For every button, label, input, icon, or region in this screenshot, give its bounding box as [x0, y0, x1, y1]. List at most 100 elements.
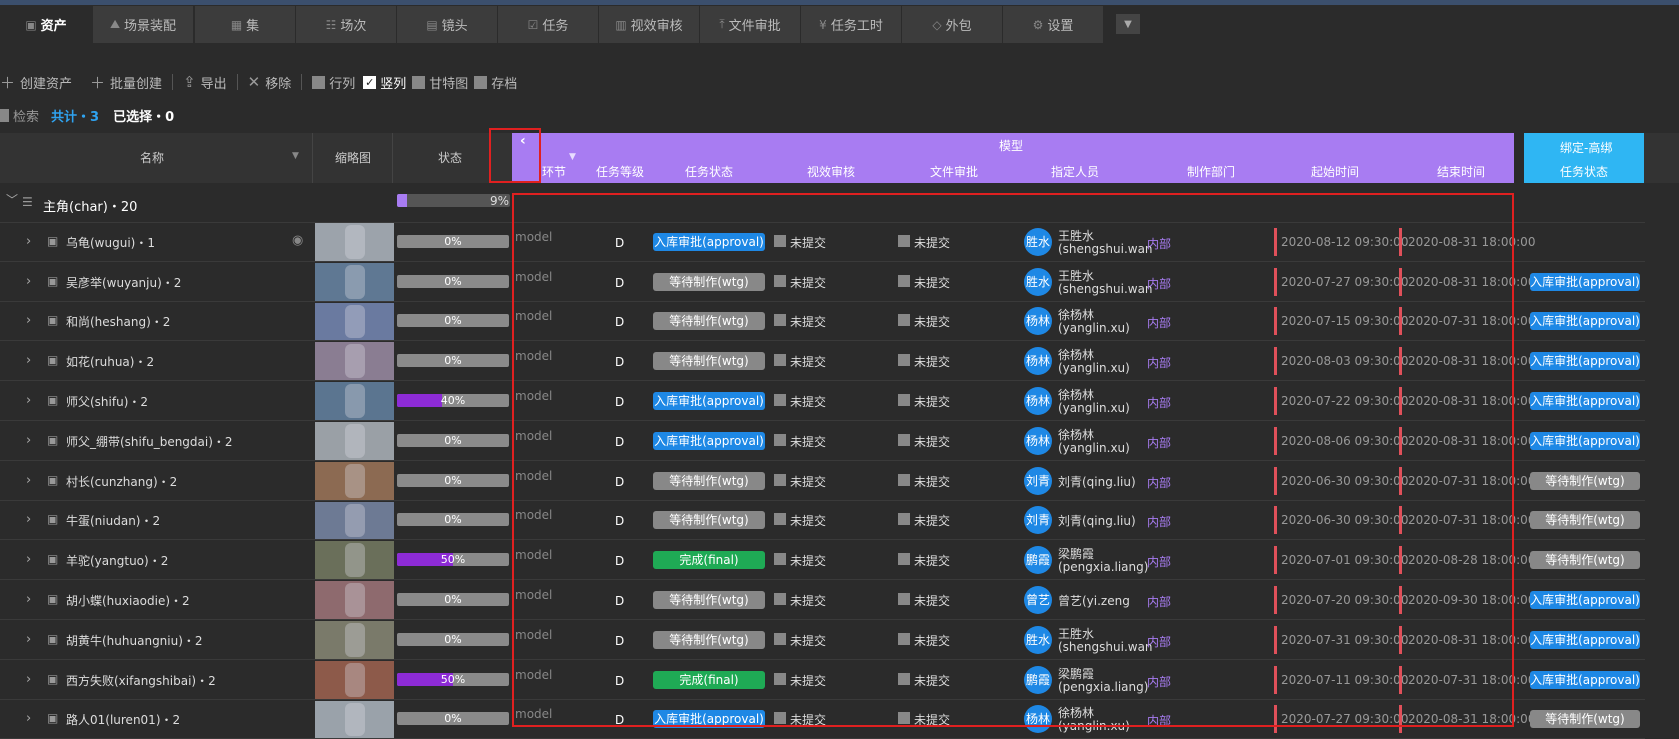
bind-status-badge[interactable]: 入库审批(approval)	[1530, 670, 1640, 689]
asset-name[interactable]: 师父(shifu)・2	[66, 393, 148, 410]
asset-name[interactable]: 村长(cunzhang)・2	[66, 473, 177, 490]
thumbnail[interactable]	[315, 700, 394, 739]
bind-status-badge[interactable]: 入库审批(approval)	[1530, 312, 1640, 331]
sort-caret-icon[interactable]: ▼	[569, 152, 576, 162]
tab-2[interactable]: ▦ 集	[195, 6, 295, 43]
asset-name[interactable]: 西方失败(xifangshibai)・2	[66, 672, 216, 689]
thumbnail[interactable]	[315, 342, 394, 381]
bind-status-badge[interactable]: 等待制作(wtg)	[1530, 710, 1640, 729]
expand-chevron-right-icon[interactable]: ›	[26, 672, 31, 687]
tab-label: 任务	[542, 19, 569, 34]
group-label[interactable]: 主角(char)・20	[43, 196, 137, 215]
tab-7[interactable]: ⤒ 文件审批	[700, 6, 800, 43]
tab-6[interactable]: ▥ 视效审核	[599, 6, 699, 43]
tab-4[interactable]: ▤ 镜头	[397, 6, 497, 43]
progress-bar: 0%	[397, 593, 509, 607]
tab-0[interactable]: ▣ 资产	[0, 6, 92, 43]
expand-chevron-right-icon[interactable]: ›	[26, 393, 31, 408]
briefcase-icon: ▣	[47, 512, 59, 527]
asset-name[interactable]: 和尚(heshang)・2	[66, 313, 170, 330]
expand-chevron-right-icon[interactable]: ›	[26, 711, 31, 726]
tab-label: 资产	[40, 19, 67, 34]
thumbnail-figure	[345, 543, 365, 578]
thumbnail[interactable]	[315, 302, 394, 341]
view-archive-checkbox[interactable]: 存档	[474, 73, 517, 92]
remove-button[interactable]: ✕ 移除	[248, 73, 292, 92]
briefcase-icon: ▣	[47, 472, 59, 487]
bind-status-badge[interactable]: 入库审批(approval)	[1530, 591, 1640, 610]
thumbnail[interactable]	[315, 660, 394, 699]
export-button[interactable]: ⇪ 导出	[183, 73, 227, 92]
expand-chevron-right-icon[interactable]: ›	[26, 433, 31, 448]
asset-name[interactable]: 牛蛋(niudan)・2	[66, 512, 160, 529]
tab-9[interactable]: ◇ 外包	[902, 6, 1002, 43]
tab-5[interactable]: ☑ 任务	[498, 6, 598, 43]
view-column-checkbox[interactable]: ✓ 竖列	[363, 73, 406, 92]
progress-text: 0%	[444, 314, 462, 328]
expand-chevron-right-icon[interactable]: ›	[26, 274, 31, 289]
create-asset-button[interactable]: ＋创建资产	[0, 72, 72, 93]
checkbox-icon	[474, 75, 488, 89]
tab-label: 设置	[1047, 19, 1074, 34]
bind-status-badge[interactable]: 等待制作(wtg)	[1530, 551, 1640, 570]
thumbnail[interactable]	[315, 461, 394, 500]
asset-name[interactable]: 如花(ruhua)・2	[66, 353, 154, 370]
asset-name[interactable]: 吴彦举(wuyanju)・2	[66, 274, 181, 291]
progress-bar: 0%	[397, 354, 509, 368]
asset-name[interactable]: 羊驼(yangtuo)・2	[66, 552, 168, 569]
bind-status-badge[interactable]: 入库审批(approval)	[1530, 352, 1640, 371]
thumbnail[interactable]	[315, 541, 394, 580]
thumbnail[interactable]	[315, 621, 394, 659]
tab-3[interactable]: ☷ 场次	[296, 6, 396, 43]
eye-icon[interactable]: ◉	[292, 233, 303, 248]
asset-name[interactable]: 师父_绷带(shifu_bengdai)・2	[66, 433, 233, 450]
progress-text: 0%	[444, 234, 462, 248]
bind-status-badge[interactable]: 等待制作(wtg)	[1530, 511, 1640, 530]
progress-text: 0%	[444, 712, 462, 726]
more-tabs-chevron-down-icon[interactable]: ▼	[1116, 14, 1140, 34]
tab-label: 镜头	[441, 19, 468, 34]
expand-chevron-right-icon[interactable]: ›	[26, 552, 31, 567]
progress-bar: 0%	[397, 712, 509, 726]
thumbnail[interactable]	[315, 422, 394, 460]
expand-chevron-down-icon[interactable]: ﹀	[6, 191, 18, 208]
thumbnail-figure	[345, 503, 365, 538]
thumbnail[interactable]	[315, 501, 394, 540]
view-gantt-checkbox[interactable]: 甘特图	[412, 73, 468, 92]
bind-status-badge[interactable]: 入库审批(approval)	[1530, 431, 1640, 450]
asset-name[interactable]: 路人01(luren01)・2	[66, 711, 180, 728]
progress-bar: 0%	[397, 314, 509, 328]
thumbnail[interactable]	[315, 223, 394, 261]
asset-name[interactable]: 胡黄牛(huhuangniu)・2	[66, 632, 203, 649]
expand-chevron-right-icon[interactable]: ›	[26, 353, 31, 368]
briefcase-icon: ▣	[47, 273, 59, 288]
expand-chevron-right-icon[interactable]: ›	[26, 234, 31, 249]
expand-chevron-right-icon[interactable]: ›	[26, 632, 31, 647]
expand-chevron-right-icon[interactable]: ›	[26, 592, 31, 607]
thumbnail[interactable]	[315, 262, 394, 301]
asset-name[interactable]: 胡小蝶(huxiaodie)・2	[66, 592, 190, 609]
bind-status-badge[interactable]: 等待制作(wtg)	[1530, 471, 1640, 490]
expand-chevron-right-icon[interactable]: ›	[26, 473, 31, 488]
tab-1[interactable]: ⛰ 场景装配	[93, 6, 193, 43]
search-checkbox[interactable]: 检索	[0, 106, 39, 125]
sort-caret-icon[interactable]: ▼	[292, 151, 299, 161]
plus-icon: ＋	[0, 73, 16, 92]
tab-10[interactable]: ⚙ 设置	[1003, 6, 1103, 43]
header-status[interactable]: 状态	[438, 149, 462, 166]
bind-status-badge[interactable]: 入库审批(approval)	[1530, 630, 1640, 649]
bind-status-badge[interactable]: 入库审批(approval)	[1530, 272, 1640, 291]
checkbox-checked-icon: ✓	[363, 75, 377, 89]
thumbnail-figure	[345, 583, 365, 617]
thumbnail[interactable]	[315, 581, 394, 619]
expand-chevron-right-icon[interactable]: ›	[26, 512, 31, 527]
expand-chevron-right-icon[interactable]: ›	[26, 313, 31, 328]
batch-create-button[interactable]: ＋批量创建	[90, 72, 162, 93]
tab-8[interactable]: ¥ 任务工时	[801, 6, 901, 43]
asset-name[interactable]: 乌龟(wugui)・1	[66, 234, 155, 251]
bind-status-badge[interactable]: 入库审批(approval)	[1530, 392, 1640, 411]
header-name[interactable]: 名称	[140, 149, 164, 166]
view-row-checkbox[interactable]: 行列	[312, 73, 355, 92]
thumbnail[interactable]	[315, 382, 394, 420]
header-step: 环节	[542, 165, 567, 179]
